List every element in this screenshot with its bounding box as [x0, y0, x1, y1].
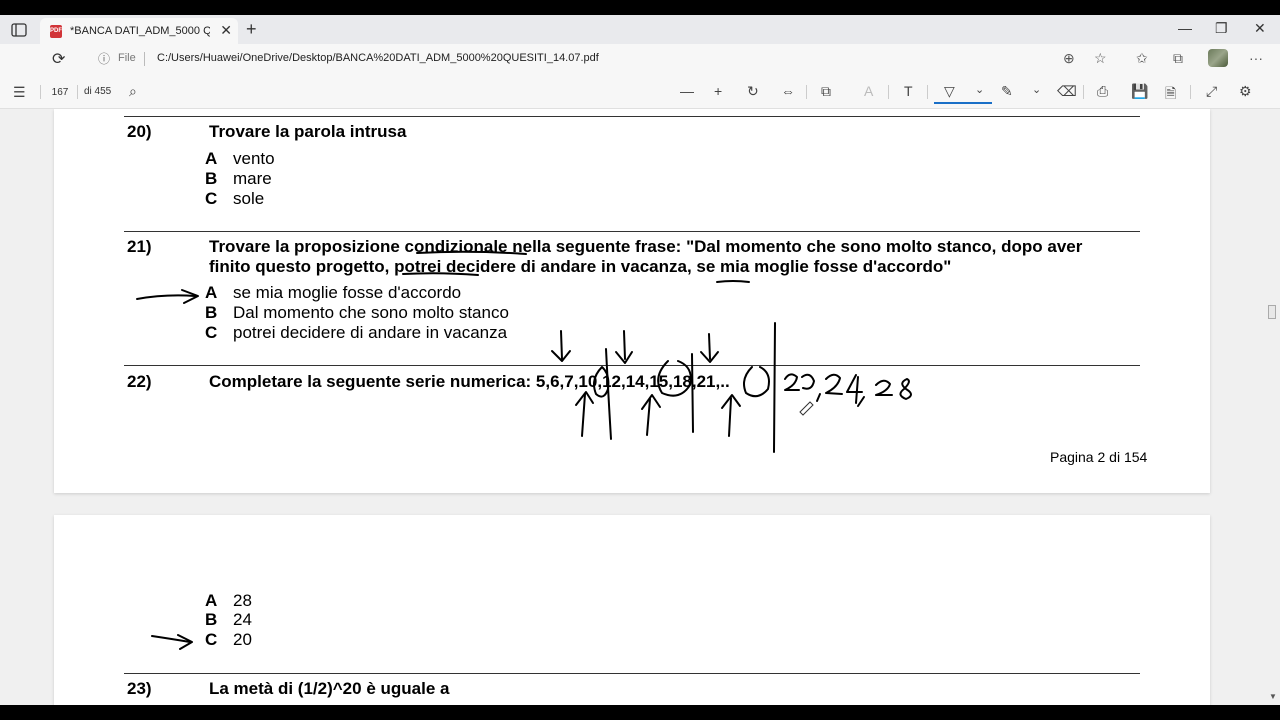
- url-field[interactable]: C:/Users/Huawei/OneDrive/Desktop/BANCA%2…: [157, 52, 599, 64]
- pdf-file-icon: PDF: [50, 24, 62, 38]
- profile-avatar[interactable]: [1208, 49, 1228, 67]
- scroll-down-icon[interactable]: ▼: [1269, 692, 1277, 701]
- eraser-icon[interactable]: ⌫: [1057, 83, 1077, 100]
- settings-icon[interactable]: ⚙: [1239, 83, 1252, 100]
- more-icon[interactable]: ···: [1249, 50, 1263, 66]
- pdf-toolbar: ☰ 167 di 455 ⌕ — + ↻ ⇔ ⧉ A T ▽ ⌄ ✎ ⌄ ⌫ ⎙…: [0, 75, 1280, 109]
- pen-cursor-icon: [799, 401, 814, 416]
- ink-annotations: [136, 250, 912, 650]
- divider: [927, 85, 928, 99]
- save-as-icon[interactable]: 🗎: [1165, 83, 1176, 107]
- document-viewer[interactable]: 20) Trovare la parola intrusa Avento Bma…: [0, 109, 1280, 705]
- search-icon[interactable]: ⌕: [129, 83, 137, 100]
- save-icon[interactable]: 💾: [1131, 83, 1148, 100]
- close-window-button[interactable]: ✕: [1254, 20, 1266, 37]
- contents-menu-icon[interactable]: ☰: [13, 84, 26, 101]
- print-icon[interactable]: ⎙: [1097, 83, 1108, 100]
- rotate-icon[interactable]: ↻: [747, 83, 759, 100]
- collections-icon[interactable]: ⧉: [1173, 50, 1183, 67]
- tab-strip: PDF *BANCA DATI_ADM_5000 QUESITI_14.07.p…: [0, 15, 1280, 44]
- add-favorite-icon[interactable]: ☆: [1094, 50, 1107, 67]
- draw-active-indicator: [934, 102, 992, 104]
- divider: [1083, 85, 1084, 99]
- ink-underline: [716, 280, 750, 283]
- tab-active[interactable]: PDF *BANCA DATI_ADM_5000 QUESITI_14.07.p…: [40, 18, 238, 44]
- add-text-icon[interactable]: T: [904, 83, 913, 99]
- chevron-down-icon[interactable]: ⌄: [975, 83, 984, 96]
- ink-arrow: [136, 294, 196, 300]
- address-bar: ⟳ ⓘ File C:/Users/Huawei/OneDrive/Deskto…: [0, 44, 1280, 75]
- tab-close-icon[interactable]: ✕: [220, 22, 232, 39]
- info-icon[interactable]: ⓘ: [98, 50, 110, 67]
- zoom-out-icon[interactable]: —: [680, 83, 694, 99]
- scrollbar-thumb[interactable]: [1268, 305, 1276, 319]
- minimize-button[interactable]: —: [1178, 20, 1192, 36]
- maximize-button[interactable]: ❐: [1215, 20, 1228, 37]
- chevron-down-icon[interactable]: ⌄: [1032, 83, 1041, 96]
- ink-underline: [416, 250, 527, 255]
- top-border: [0, 0, 1280, 15]
- fit-page-icon[interactable]: ⇔: [781, 83, 795, 99]
- bottom-border: [0, 705, 1280, 720]
- file-label: File: [118, 52, 136, 64]
- reload-icon[interactable]: ⟳: [52, 49, 65, 69]
- divider: [144, 52, 145, 66]
- ink-underline: [402, 272, 479, 276]
- divider: [806, 85, 807, 99]
- read-aloud-icon[interactable]: A: [864, 83, 873, 99]
- divider: [1190, 85, 1191, 99]
- divider: [888, 85, 889, 99]
- favorites-icon[interactable]: ✩: [1136, 50, 1148, 67]
- zoom-in-icon[interactable]: +: [714, 83, 722, 99]
- page-view-icon[interactable]: ⧉: [821, 83, 831, 100]
- tab-title: *BANCA DATI_ADM_5000 QUESITI_14.07.pdf: [70, 25, 210, 37]
- draw-icon[interactable]: ▽: [944, 83, 955, 100]
- page-number-input[interactable]: 167: [47, 83, 73, 101]
- page-count: di 455: [84, 86, 112, 97]
- fullscreen-icon[interactable]: ⤢: [1206, 83, 1217, 100]
- tab-actions-icon[interactable]: [8, 21, 30, 39]
- zoom-icon[interactable]: ⊕: [1063, 50, 1075, 67]
- highlight-icon[interactable]: ✎: [1001, 83, 1013, 100]
- new-tab-button[interactable]: +: [246, 19, 257, 40]
- divider: [77, 85, 78, 99]
- divider: [40, 85, 41, 99]
